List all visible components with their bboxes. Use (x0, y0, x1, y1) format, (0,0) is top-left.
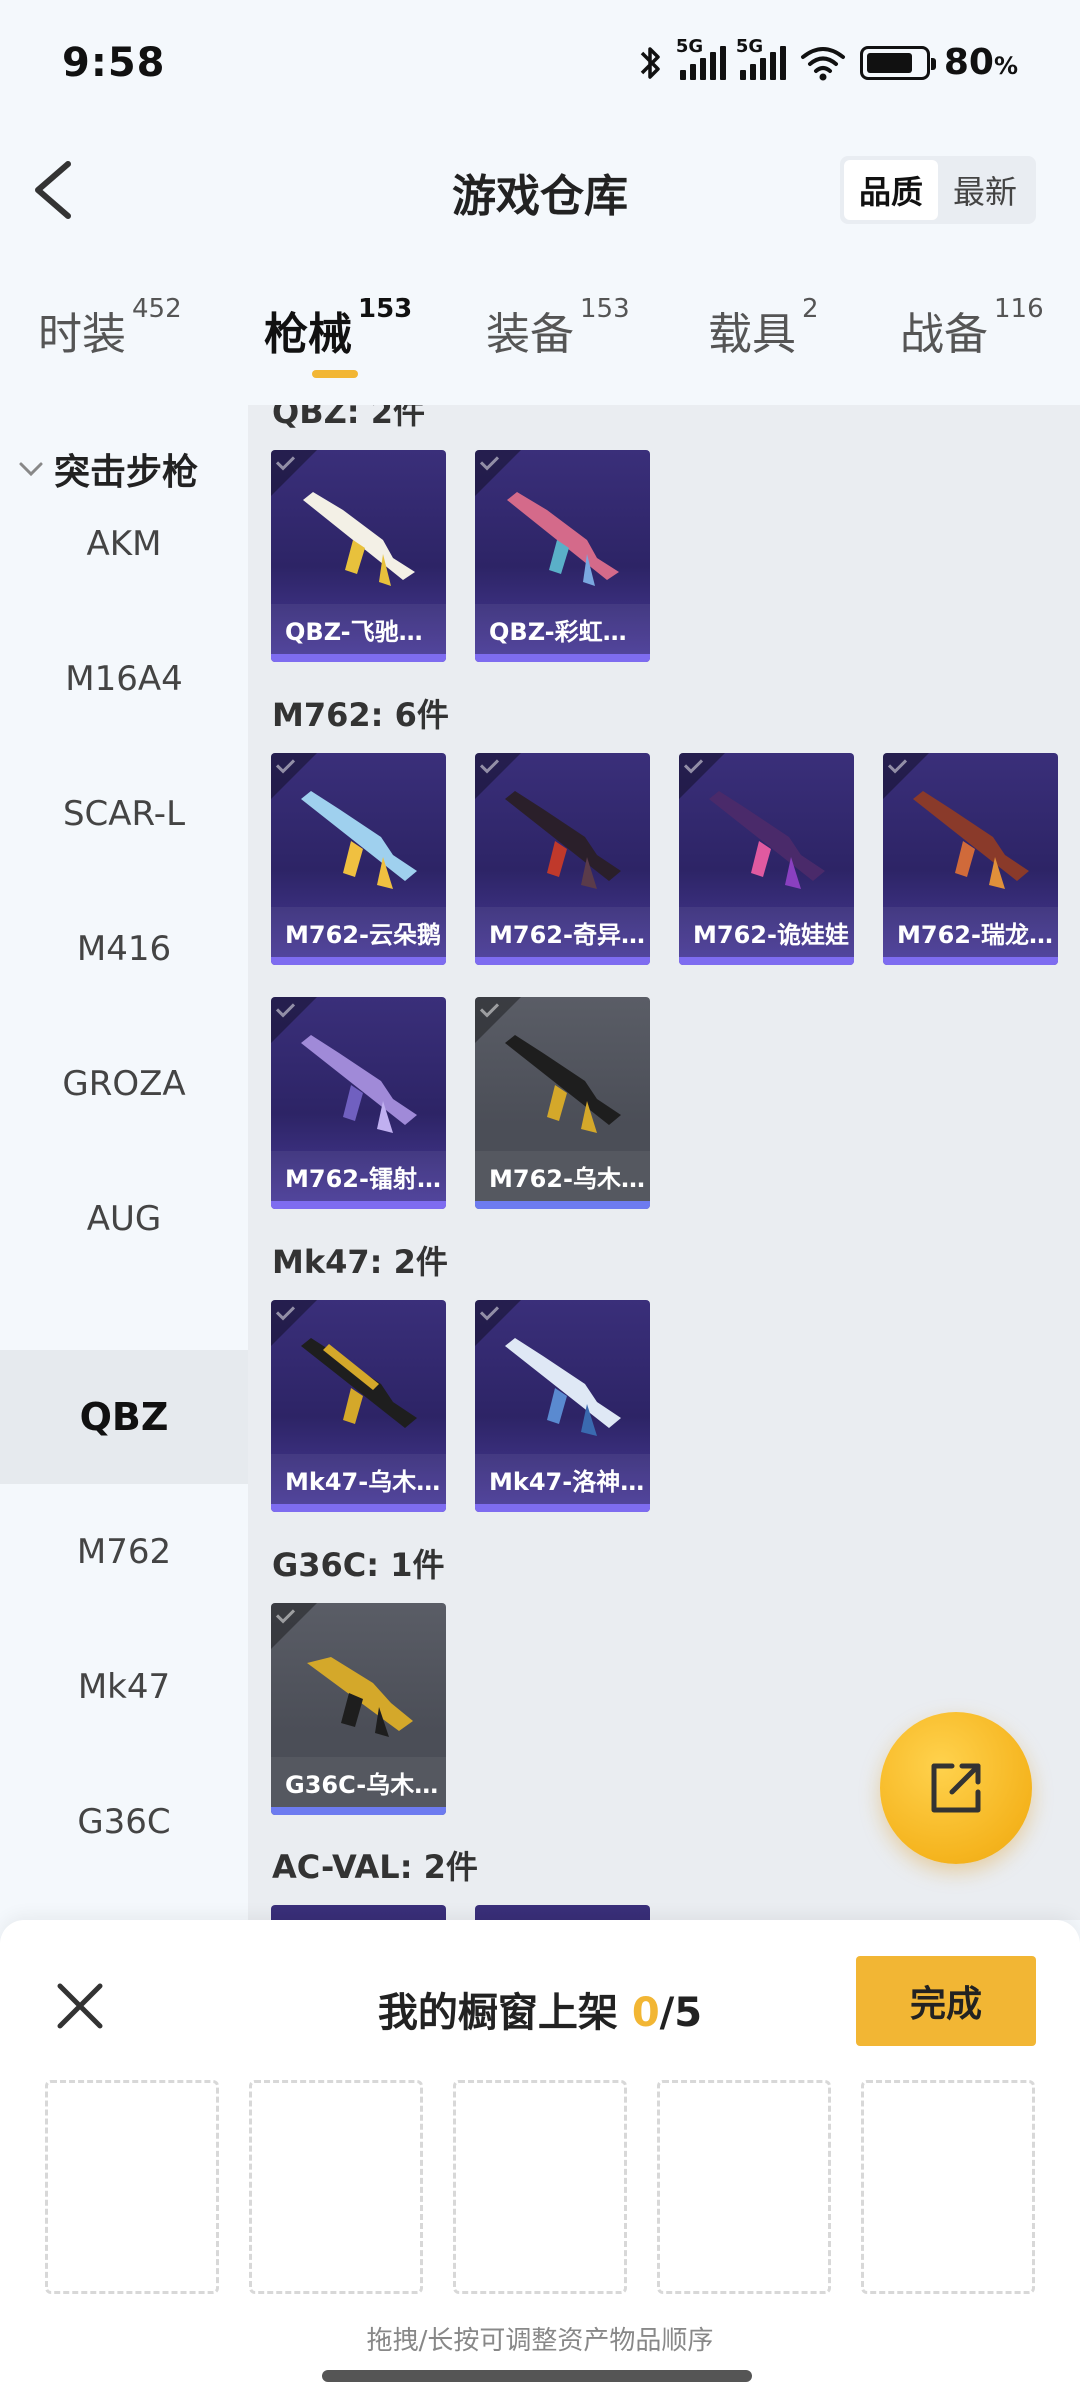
sidebar-item-groza[interactable]: GROZA (0, 1017, 248, 1151)
group-label-m762: M762: 6件 (272, 696, 449, 734)
showcase-slot[interactable] (45, 2080, 219, 2294)
battery-fill (866, 52, 912, 73)
showcase-sheet: 我的橱窗上架 0/5 完成 拖拽/长按可调整资产物品顺序 (0, 1920, 1080, 2400)
group-label-g36c: G36C: 1件 (272, 1546, 445, 1584)
showcase-total: /5 (659, 1990, 703, 2036)
category-tabs: 时装 452 枪械 153 装备 153 载具 2 战备 116 (0, 290, 1080, 400)
network-type-2: 5G (735, 35, 764, 57)
done-button[interactable]: 完成 (856, 1956, 1036, 2046)
item-card[interactable]: M762-镭射… (271, 997, 446, 1209)
group-label-mk47: Mk47: 2件 (272, 1243, 448, 1281)
sidebar-item-m762[interactable]: M762 (0, 1485, 248, 1619)
item-card[interactable]: M762-乌木… (475, 997, 650, 1209)
item-card[interactable] (475, 1905, 650, 1920)
item-name: M762-镭射… (271, 1151, 446, 1201)
sidebar-item-mk47[interactable]: Mk47 (0, 1620, 248, 1754)
item-card[interactable]: Mk47-洛神… (475, 1300, 650, 1512)
item-card[interactable]: M762-瑞龙… (883, 753, 1058, 965)
item-name: QBZ-彩虹… (475, 604, 650, 654)
item-card[interactable]: G36C-乌木… (271, 1603, 446, 1815)
header: 游戏仓库 品质 最新 (0, 130, 1080, 250)
showcase-slot[interactable] (453, 2080, 627, 2294)
sidebar-item-g36c[interactable]: G36C (0, 1755, 248, 1889)
item-card[interactable] (271, 1905, 446, 1920)
item-name: M762-奇异… (475, 907, 650, 957)
item-name: M762-瑞龙… (883, 907, 1058, 957)
home-indicator[interactable] (322, 2370, 752, 2382)
active-tab-indicator (312, 370, 358, 378)
rifle-icon (507, 492, 619, 586)
item-name: G36C-乌木… (271, 1757, 446, 1807)
tab-equipment[interactable]: 装备 153 (486, 294, 630, 362)
item-name: Mk47-洛神… (475, 1454, 650, 1504)
rifle-icon (709, 791, 825, 889)
item-name: QBZ-飞驰… (271, 604, 446, 654)
chevron-down-icon (19, 462, 43, 477)
tab-vehicles[interactable]: 载具 2 (708, 294, 819, 362)
showcase-slot[interactable] (249, 2080, 423, 2294)
item-card[interactable]: QBZ-彩虹… (475, 450, 650, 662)
battery-icon (859, 45, 936, 80)
tab-fashion[interactable]: 时装 452 (38, 294, 182, 362)
tab-weapons[interactable]: 枪械 153 (264, 294, 412, 362)
item-name: M762-云朵鹅 (271, 907, 446, 957)
rifle-icon (301, 1338, 417, 1428)
sidebar-item-m416[interactable]: M416 (0, 882, 248, 1016)
signal-icon: 5G (736, 36, 786, 80)
status-icons: 5G 5G 80% (636, 36, 1018, 83)
rifle-icon (505, 1338, 621, 1436)
showcase-slot[interactable] (861, 2080, 1035, 2294)
rifle-icon (303, 492, 415, 586)
group-label-qbz: QBZ: 2件 (272, 405, 426, 431)
sidebar-item-akm[interactable]: AKM (0, 477, 248, 611)
item-name: Mk47-乌木… (271, 1454, 446, 1504)
reorder-hint: 拖拽/长按可调整资产物品顺序 (366, 2326, 714, 2356)
group-label-ac-val: AC-VAL: 2件 (272, 1848, 478, 1886)
item-name: M762-诡娃娃 (679, 907, 854, 957)
sort-option-quality[interactable]: 品质 (844, 160, 938, 220)
showcase-count: 0 (631, 1990, 660, 2036)
item-grid: QBZ: 2件 QBZ-飞驰… QBZ-彩虹… M762: 6件 M762-云朵… (248, 405, 1080, 1920)
showcase-slot[interactable] (657, 2080, 831, 2294)
sort-toggle[interactable]: 品质 最新 (840, 156, 1036, 224)
bluetooth-icon (640, 46, 660, 79)
sidebar: 突击步枪 AKM M16A4 SCAR-L M416 GROZA AUG QBZ… (0, 405, 248, 1920)
share-icon (931, 1763, 981, 1813)
rifle-icon (913, 791, 1029, 889)
tab-supplies[interactable]: 战备 116 (900, 294, 1044, 362)
rifle-icon (307, 1657, 413, 1737)
sort-option-newest[interactable]: 最新 (938, 160, 1032, 220)
item-name: M762-乌木… (475, 1151, 650, 1201)
network-type-1: 5G (675, 35, 704, 57)
item-card[interactable]: M762-诡娃娃 (679, 753, 854, 965)
sidebar-item-aug[interactable]: AUG (0, 1152, 248, 1286)
sidebar-item-m16a4[interactable]: M16A4 (0, 612, 248, 746)
rifle-icon (301, 1035, 417, 1133)
status-time: 9:58 (62, 40, 166, 86)
wifi-icon (800, 46, 845, 80)
share-button[interactable] (880, 1712, 1032, 1864)
sidebar-item-qbz[interactable]: QBZ (0, 1350, 248, 1484)
battery-percent: 80% (943, 42, 1018, 83)
status-bar: 9:58 5G 5G 80% (0, 0, 1080, 130)
item-card[interactable]: M762-奇异… (475, 753, 650, 965)
item-card[interactable]: Mk47-乌木… (271, 1300, 446, 1512)
sidebar-item-scar-l[interactable]: SCAR-L (0, 747, 248, 881)
item-card[interactable]: M762-云朵鹅 (271, 753, 446, 965)
rifle-icon (505, 1035, 621, 1133)
item-card[interactable]: QBZ-飞驰… (271, 450, 446, 662)
rifle-icon (505, 791, 621, 889)
signal-icon: 5G (676, 36, 726, 80)
rifle-icon (301, 791, 417, 889)
